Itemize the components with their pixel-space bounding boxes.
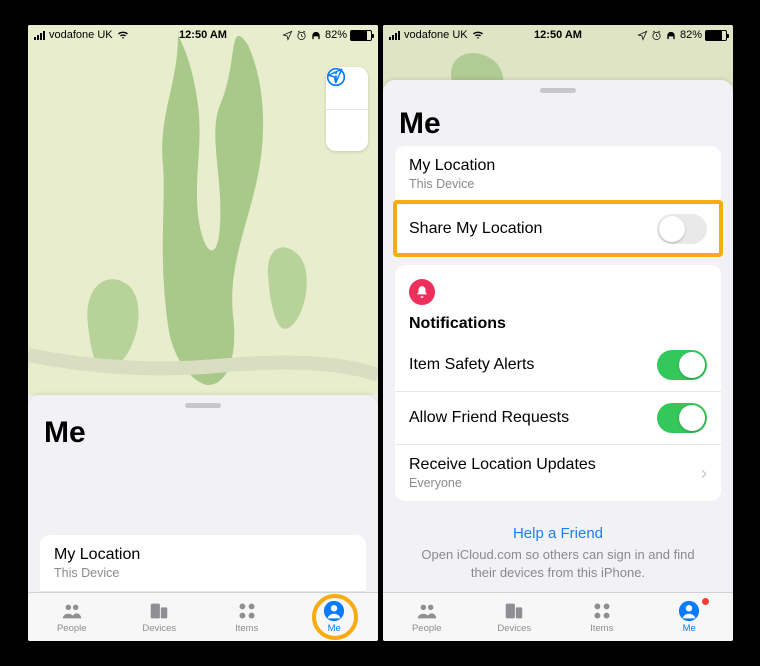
share-location-toggle[interactable]: [657, 214, 707, 244]
screenshot-left: vodafone UK 12:50 AM 82% Me My Location …: [28, 25, 378, 641]
help-a-friend-link[interactable]: Help a Friend: [415, 525, 701, 542]
tab-people[interactable]: People: [383, 593, 471, 641]
map-controls: [326, 67, 368, 151]
my-location-row[interactable]: My Location This Device: [40, 535, 366, 591]
my-location-value: This Device: [54, 566, 352, 580]
sheet-grabber[interactable]: [185, 403, 221, 408]
battery-icon: [350, 30, 372, 41]
status-bar: vodafone UK 12:50 AM 82%: [28, 25, 378, 45]
sheet-scroll[interactable]: My Location This Device Share My Locatio…: [28, 525, 378, 592]
sheet-title: Me: [28, 416, 378, 458]
chevron-right-icon: ›: [701, 463, 707, 484]
devices-icon: [147, 600, 171, 622]
notifications-card: Notifications Item Safety Alerts Allow F…: [395, 265, 721, 501]
notification-dot: [701, 597, 710, 606]
tab-items[interactable]: Items: [203, 593, 291, 641]
screenshot-right: vodafone UK 12:50 AM 82% Me My Location …: [383, 25, 733, 641]
tab-devices[interactable]: Devices: [116, 593, 204, 641]
share-location-row[interactable]: Share My Location: [395, 202, 721, 255]
bell-icon: [409, 279, 435, 305]
battery-icon: [705, 30, 727, 41]
items-icon: [235, 600, 259, 622]
status-bar: vodafone UK 12:50 AM 82%: [383, 25, 733, 45]
clock: 12:50 AM: [28, 29, 378, 41]
location-card: My Location This Device Share My Locatio…: [40, 535, 366, 592]
me-icon: [322, 600, 346, 622]
receive-updates-row[interactable]: Receive Location Updates Everyone ›: [395, 444, 721, 501]
tab-items[interactable]: Items: [558, 593, 646, 641]
my-location-row[interactable]: My Location This Device: [395, 146, 721, 202]
me-sheet[interactable]: Me My Location This Device Share My Loca…: [28, 395, 378, 592]
tab-me[interactable]: Me: [291, 593, 379, 641]
allow-friend-row[interactable]: Allow Friend Requests: [395, 391, 721, 444]
people-icon: [60, 600, 84, 622]
help-hint: Open iCloud.com so others can sign in an…: [415, 546, 701, 581]
tab-bar: People Devices Items Me: [28, 592, 378, 641]
tab-bar: People Devices Items Me: [383, 592, 733, 641]
location-card: My Location This Device Share My Locatio…: [395, 146, 721, 255]
help-footer: Help a Friend Open iCloud.com so others …: [395, 511, 721, 585]
notifications-header-row: Notifications: [395, 265, 721, 339]
items-icon: [590, 600, 614, 622]
sheet-scroll[interactable]: My Location This Device Share My Locatio…: [383, 136, 733, 592]
clock: 12:50 AM: [383, 29, 733, 41]
map-view[interactable]: [28, 25, 378, 395]
item-safety-toggle[interactable]: [657, 350, 707, 380]
tab-people[interactable]: People: [28, 593, 116, 641]
me-sheet-expanded[interactable]: Me My Location This Device Share My Loca…: [383, 80, 733, 592]
tab-devices[interactable]: Devices: [471, 593, 559, 641]
sheet-grabber[interactable]: [540, 88, 576, 93]
devices-icon: [502, 600, 526, 622]
tab-me[interactable]: Me: [646, 593, 734, 641]
my-location-label: My Location: [54, 546, 352, 564]
locate-button[interactable]: [326, 109, 368, 151]
allow-friend-toggle[interactable]: [657, 403, 707, 433]
people-icon: [415, 600, 439, 622]
me-icon: [677, 600, 701, 622]
item-safety-row[interactable]: Item Safety Alerts: [395, 339, 721, 391]
